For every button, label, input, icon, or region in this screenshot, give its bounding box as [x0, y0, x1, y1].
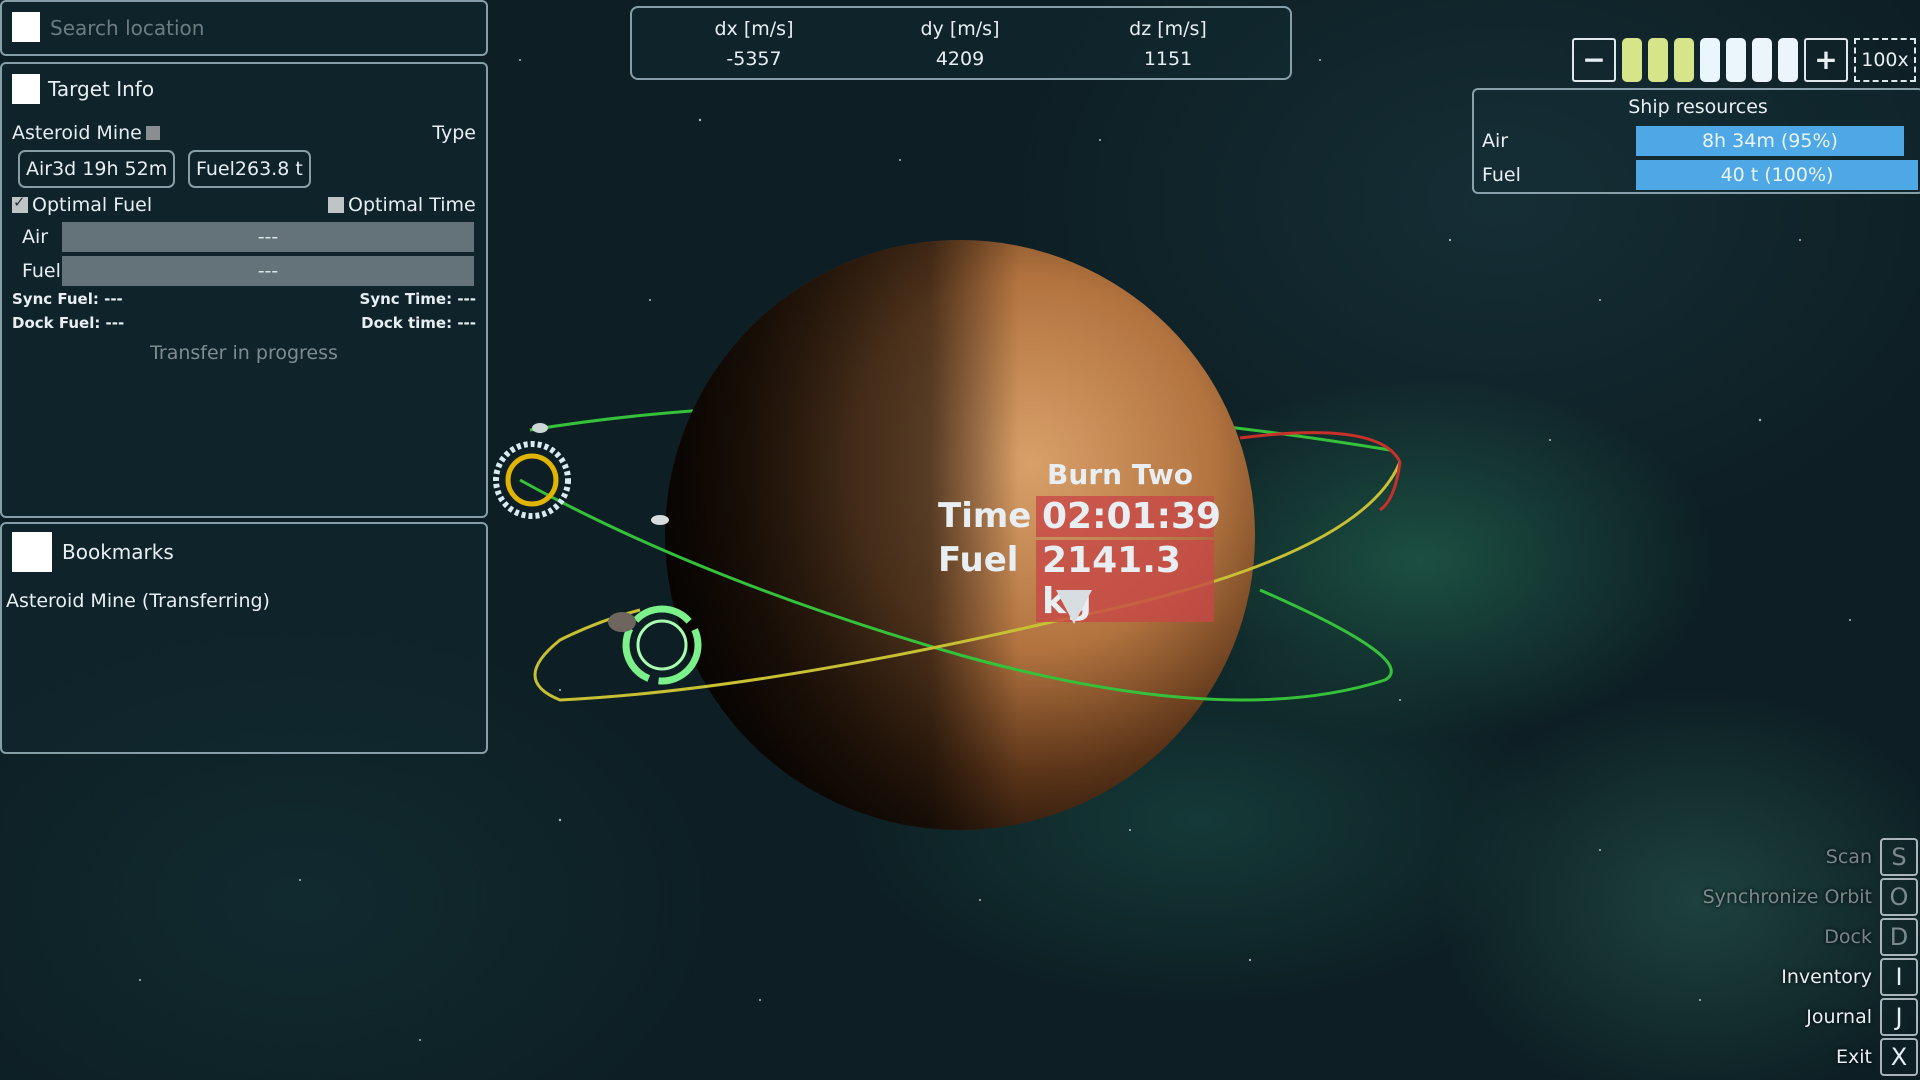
velocity-dz-label: dz [m/s]	[1129, 18, 1207, 40]
burn-time-label: Time	[938, 496, 1032, 536]
action-inventory-key[interactable]: I	[1880, 958, 1918, 996]
ship-air-label: Air	[1482, 130, 1509, 152]
speed-segment[interactable]	[1674, 38, 1694, 82]
speed-decrease-button[interactable]: −	[1572, 38, 1616, 82]
burn-fuel-label: Fuel	[938, 540, 1019, 580]
burn-time-value: 02:01:39	[1036, 496, 1221, 537]
velocity-dy-value: 4209	[935, 48, 985, 70]
action-journal-label: Journal	[1806, 1006, 1872, 1028]
target-info-toggle[interactable]	[12, 74, 40, 104]
dock-fuel: Dock Fuel: ---	[12, 314, 125, 332]
sync-time: Sync Time: ---	[359, 290, 476, 308]
velocity-dy: dy [m/s] 4209	[860, 14, 1060, 74]
velocity-dx-label: dx [m/s]	[714, 18, 794, 40]
bookmark-item[interactable]: Asteroid Mine (Transferring)	[6, 590, 270, 612]
speed-multiplier: 100x	[1854, 38, 1916, 82]
velocity-dy-label: dy [m/s]	[920, 18, 1000, 40]
action-sync-label: Synchronize Orbit	[1702, 886, 1872, 908]
transfer-air-row: Air ---	[12, 222, 474, 252]
sync-fuel: Sync Fuel: ---	[12, 290, 123, 308]
velocity-dx-value: -5357	[726, 48, 782, 70]
velocity-dz: dz [m/s] 1151	[1068, 14, 1268, 74]
velocity-dz-value: 1151	[1143, 48, 1193, 70]
burn-marker-icon[interactable]	[1056, 590, 1092, 624]
action-journal[interactable]: Journal J	[1806, 998, 1918, 1036]
search-box[interactable]	[0, 0, 488, 56]
speed-increase-button[interactable]: +	[1804, 38, 1848, 82]
optimal-time-checkbox[interactable]	[328, 197, 344, 213]
action-inventory[interactable]: Inventory I	[1781, 958, 1918, 996]
search-input[interactable]	[48, 10, 472, 46]
speed-segment[interactable]	[1622, 38, 1642, 82]
action-dock-label: Dock	[1824, 926, 1872, 948]
ship-resources-title: Ship resources	[1628, 96, 1768, 118]
action-journal-key[interactable]: J	[1880, 998, 1918, 1036]
target-info-header: Target Info	[12, 74, 154, 104]
search-toggle[interactable]	[12, 12, 40, 42]
action-exit[interactable]: Exit X	[1836, 1038, 1918, 1076]
optimal-fuel-option[interactable]: Optimal Fuel	[12, 193, 153, 216]
time-speed-control: − + 100x	[1572, 38, 1916, 82]
ship-marker-icon	[608, 605, 702, 685]
optimal-time-option[interactable]: Optimal Time	[328, 194, 476, 216]
optimal-fuel-checkbox[interactable]	[12, 193, 28, 213]
bookmarks-panel: Bookmarks Asteroid Mine (Transferring)	[0, 522, 488, 754]
velocity-dx: dx [m/s] -5357	[654, 14, 854, 74]
speed-segment[interactable]	[1700, 38, 1720, 82]
speed-segment[interactable]	[1778, 38, 1798, 82]
action-inventory-label: Inventory	[1781, 966, 1872, 988]
action-synchronize-orbit[interactable]: Synchronize Orbit O	[1703, 878, 1918, 916]
transfer-fuel-row: Fuel ---	[12, 256, 474, 286]
transfer-fuel-label: Fuel	[22, 260, 61, 282]
target-name: Asteroid Mine	[12, 122, 160, 144]
ship-fuel-row: Fuel 40 t (100%)	[1478, 160, 1918, 190]
bookmarks-toggle[interactable]	[12, 532, 52, 572]
target-air-pill: Air3d 19h 52m	[18, 150, 176, 188]
dock-time: Dock time: ---	[361, 314, 476, 332]
target-type-label: Type	[432, 122, 476, 144]
optimal-fuel-label: Optimal Fuel	[32, 194, 153, 216]
burn-name: Burn Two	[1047, 458, 1193, 491]
station-marker-icon	[493, 423, 571, 519]
target-fuel-pill: Fuel263.8 t	[188, 150, 311, 188]
bookmarks-title: Bookmarks	[62, 540, 174, 564]
action-dock[interactable]: Dock D	[1824, 918, 1918, 956]
target-info-panel: Target Info Asteroid Mine Type Air3d 19h…	[0, 62, 488, 518]
target-name-label: Asteroid Mine	[12, 122, 142, 144]
action-exit-key[interactable]: X	[1880, 1038, 1918, 1076]
action-scan-label: Scan	[1825, 846, 1872, 868]
transfer-fuel-bar: ---	[62, 256, 474, 286]
speed-segment[interactable]	[1648, 38, 1668, 82]
action-scan-key[interactable]: S	[1880, 838, 1918, 876]
target-info-title: Target Info	[48, 77, 155, 101]
action-exit-label: Exit	[1836, 1046, 1872, 1068]
ship-resources-panel: Ship resources Air 8h 34m (95%) Fuel 40 …	[1472, 88, 1920, 194]
transfer-air-bar: ---	[62, 222, 474, 252]
speed-segment[interactable]	[1726, 38, 1746, 82]
action-scan[interactable]: Scan S	[1826, 838, 1918, 876]
transfer-status: Transfer in progress	[150, 342, 338, 364]
speed-segment[interactable]	[1752, 38, 1772, 82]
ship-fuel-label: Fuel	[1482, 164, 1521, 186]
action-dock-key[interactable]: D	[1880, 918, 1918, 956]
asteroid-icon	[651, 515, 669, 525]
velocity-panel: dx [m/s] -5357 dy [m/s] 4209 dz [m/s] 11…	[630, 6, 1292, 80]
transfer-air-label: Air	[22, 226, 49, 248]
optimal-time-label: Optimal Time	[348, 194, 476, 216]
bookmarks-header: Bookmarks	[12, 532, 174, 572]
target-color-swatch	[145, 126, 160, 140]
ship-air-bar: 8h 34m (95%)	[1636, 126, 1904, 156]
ship-fuel-bar: 40 t (100%)	[1636, 160, 1918, 190]
ship-air-row: Air 8h 34m (95%)	[1478, 126, 1918, 156]
action-sync-key[interactable]: O	[1880, 878, 1918, 916]
